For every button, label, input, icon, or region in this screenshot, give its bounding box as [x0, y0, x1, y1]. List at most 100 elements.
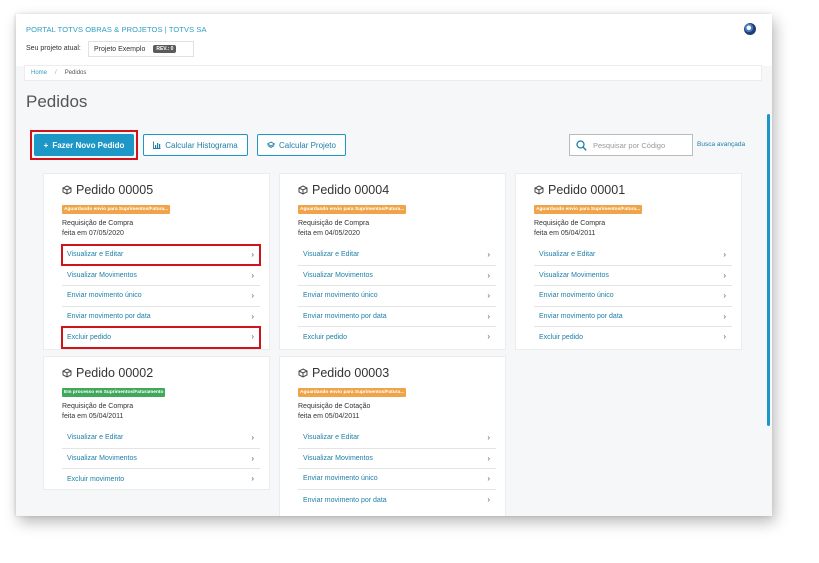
order-date: feita em 07/05/2020: [62, 229, 124, 237]
chevron-right-icon: ›: [487, 332, 490, 342]
order-title[interactable]: Pedido 00004: [312, 183, 389, 197]
chevron-right-icon: ›: [487, 474, 490, 484]
send-single-movement-action[interactable]: Enviar movimento único ›: [534, 286, 732, 307]
box-icon: [298, 185, 308, 195]
status-badge: Aguardando envio para Suprimentos/Fatura…: [298, 205, 407, 214]
view-movements-action[interactable]: Visualizar Movimentos ›: [298, 266, 496, 287]
breadcrumb-separator: /: [55, 70, 57, 76]
bar-chart-icon: [153, 141, 161, 149]
status-badge: Aguardando envio para Suprimentos/Fatura…: [62, 205, 171, 214]
send-single-movement-action[interactable]: Enviar movimento único ›: [62, 286, 260, 307]
project-selector[interactable]: Projeto Exemplo REV.: 0: [88, 41, 194, 57]
send-movement-by-date-action[interactable]: Enviar movimento por data ›: [298, 490, 496, 511]
chevron-right-icon: ›: [251, 433, 254, 442]
order-card: Pedido 00005 Aguardando envio para Supri…: [43, 173, 270, 350]
send-movement-by-date-action[interactable]: Enviar movimento por data ›: [62, 307, 260, 328]
order-date: feita em 05/04/2011: [298, 412, 360, 420]
chevron-right-icon: ›: [487, 291, 490, 301]
view-edit-action[interactable]: Visualizar e Editar ›: [61, 244, 261, 266]
plus-icon: +: [43, 140, 49, 150]
chevron-right-icon: ›: [723, 311, 726, 321]
order-card: Pedido 00004 Aguardando envio para Supri…: [279, 173, 506, 350]
globe-icon[interactable]: [744, 23, 756, 35]
send-movement-by-date-action[interactable]: Enviar movimento por data ›: [298, 307, 496, 328]
new-order-button[interactable]: + Fazer Novo Pedido: [34, 134, 134, 156]
view-edit-action[interactable]: Visualizar e Editar ›: [298, 245, 496, 266]
page-title: Pedidos: [26, 92, 88, 111]
search-input[interactable]: [593, 140, 689, 150]
view-movements-action[interactable]: Visualizar Movimentos ›: [534, 266, 732, 287]
chevron-right-icon: ›: [487, 453, 490, 463]
highlight-box: [61, 326, 261, 349]
breadcrumb: Home / Pedidos: [24, 65, 762, 81]
revision-badge: REV.: 0: [153, 45, 177, 53]
order-date: feita em 05/04/2011: [534, 229, 596, 237]
order-title[interactable]: Pedido 00005: [76, 183, 153, 197]
order-card: Pedido 00002 Em processo em Suprimentos/…: [43, 356, 270, 490]
order-card: Pedido 00003 Aguardando envio para Supri…: [279, 356, 506, 516]
order-title[interactable]: Pedido 00001: [548, 183, 625, 197]
chevron-right-icon: ›: [723, 291, 726, 301]
view-edit-action[interactable]: Visualizar e Editar ›: [534, 245, 732, 266]
layers-icon: [267, 141, 276, 149]
scrollbar[interactable]: [767, 114, 770, 426]
view-movements-action[interactable]: Visualizar Movimentos ›: [62, 449, 260, 470]
chevron-right-icon: ›: [487, 433, 490, 442]
portal-title[interactable]: PORTAL TOTVS OBRAS & PROJETOS | TOTVS SA: [26, 25, 207, 34]
status-badge: Em processo em Suprimentos/Faturamento: [62, 388, 166, 397]
chevron-right-icon: ›: [251, 474, 254, 484]
status-badge: Aguardando envio para Suprimentos/Fatura…: [534, 205, 643, 214]
order-type: Requisição de Compra: [534, 220, 606, 227]
chevron-right-icon: ›: [251, 291, 254, 301]
chevron-right-icon: ›: [251, 270, 254, 280]
action-list: Visualizar e Editar › Visualizar Moviment…: [62, 428, 260, 490]
order-type: Requisição de Cotação: [298, 403, 371, 410]
chevron-right-icon: ›: [251, 311, 254, 321]
breadcrumb-current: Pedidos: [64, 70, 87, 76]
breadcrumb-home[interactable]: Home: [31, 70, 47, 76]
chevron-right-icon: ›: [487, 311, 490, 321]
box-icon: [298, 368, 308, 378]
view-edit-action[interactable]: Visualizar e Editar ›: [62, 428, 260, 449]
send-movement-by-date-action[interactable]: Enviar movimento por data ›: [534, 307, 732, 328]
box-icon: [534, 185, 544, 195]
project-label: Seu projeto atual:: [26, 45, 81, 52]
highlight-box: [61, 244, 261, 266]
action-list: Visualizar e Editar › Visualizar Moviment…: [61, 244, 261, 349]
box-icon: [62, 185, 72, 195]
calculate-project-button[interactable]: Calcular Projeto: [257, 134, 346, 156]
chevron-right-icon: ›: [487, 270, 490, 280]
delete-order-action[interactable]: Excluir pedido ›: [298, 327, 496, 348]
view-edit-action[interactable]: Visualizar e Editar ›: [298, 428, 496, 449]
chevron-right-icon: ›: [723, 270, 726, 280]
view-movements-action[interactable]: Visualizar Movimentos ›: [298, 449, 496, 470]
order-title[interactable]: Pedido 00002: [76, 366, 153, 380]
chevron-right-icon: ›: [251, 453, 254, 463]
send-single-movement-action[interactable]: Enviar movimento único ›: [298, 469, 496, 490]
view-movements-action[interactable]: Visualizar Movimentos ›: [62, 266, 260, 287]
order-type: Requisição de Compra: [298, 220, 370, 227]
delete-order-action[interactable]: Excluir pedido ›: [61, 326, 261, 349]
order-date: feita em 05/04/2011: [62, 412, 124, 420]
search-icon: [576, 139, 587, 151]
chevron-right-icon: ›: [487, 494, 490, 504]
action-list: Visualizar e Editar › Visualizar Moviment…: [298, 245, 496, 348]
app: PORTAL TOTVS OBRAS & PROJETOS | TOTVS SA…: [16, 14, 772, 516]
order-card: Pedido 00001 Aguardando envio para Supri…: [515, 173, 742, 350]
project-name: Projeto Exemplo: [94, 45, 146, 53]
search-box[interactable]: [569, 134, 693, 156]
new-order-label: Fazer Novo Pedido: [52, 140, 125, 150]
histogram-label: Calcular Histograma: [165, 140, 238, 150]
order-date: feita em 04/05/2020: [298, 229, 360, 237]
box-icon: [62, 368, 72, 378]
advanced-search-link[interactable]: Busca avançada: [697, 141, 745, 148]
action-list: Visualizar e Editar › Visualizar Moviment…: [298, 428, 496, 510]
order-title[interactable]: Pedido 00003: [312, 366, 389, 380]
delete-movement-action[interactable]: Excluir movimento ›: [62, 469, 260, 490]
chevron-right-icon: ›: [487, 250, 490, 259]
calculate-histogram-button[interactable]: Calcular Histograma: [143, 134, 248, 156]
window: PORTAL TOTVS OBRAS & PROJETOS | TOTVS SA…: [16, 14, 772, 516]
delete-order-action[interactable]: Excluir pedido ›: [534, 327, 732, 348]
order-type: Requisição de Compra: [62, 220, 134, 227]
send-single-movement-action[interactable]: Enviar movimento único ›: [298, 286, 496, 307]
